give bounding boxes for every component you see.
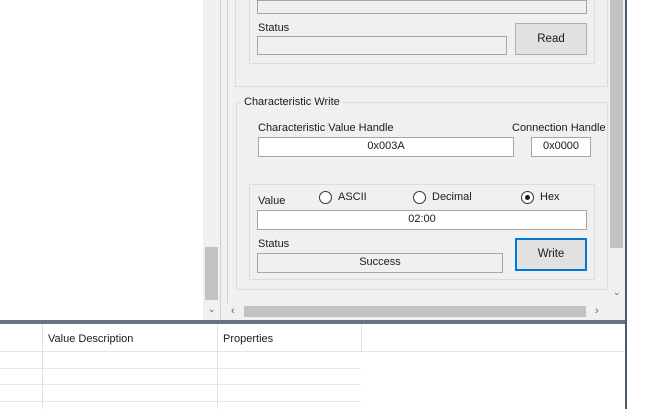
read-button[interactable]: Read: [515, 23, 587, 55]
left-panel-scrollbar[interactable]: ⌄: [203, 0, 220, 320]
connection-handle-label: Connection Handle: [512, 122, 606, 134]
write-status-field: Success: [257, 253, 503, 273]
write-status-label: Status: [258, 238, 290, 250]
scroll-down-icon[interactable]: ⌄: [208, 305, 216, 314]
left-scrollbar-thumb[interactable]: [205, 247, 218, 300]
ascii-radio[interactable]: [319, 191, 332, 204]
right-panel-scrollbar[interactable]: ⌄: [608, 0, 625, 303]
write-status-value: Success: [359, 256, 401, 268]
table-row[interactable]: [0, 384, 361, 385]
read-value-field[interactable]: [257, 0, 587, 14]
horizontal-scrollbar[interactable]: ‹ ›: [227, 303, 608, 320]
horizontal-scrollbar-thumb[interactable]: [244, 306, 586, 317]
scroll-right-icon[interactable]: ›: [595, 306, 599, 317]
handle-label: Characteristic Value Handle: [258, 122, 394, 134]
right-scrollbar-thumb[interactable]: [610, 0, 623, 248]
write-group-title: Characteristic Write: [241, 96, 343, 108]
table-row[interactable]: [0, 368, 361, 369]
value-input[interactable]: 02:00: [257, 210, 587, 230]
column-divider[interactable]: [42, 324, 43, 409]
scroll-left-icon[interactable]: ‹: [231, 306, 235, 317]
column-divider[interactable]: [217, 324, 218, 409]
column-header-properties[interactable]: Properties: [223, 333, 273, 345]
connection-handle-value: 0x0000: [542, 140, 580, 152]
value-input-text: 02:00: [408, 213, 436, 225]
attributes-table[interactable]: Value Description Properties: [0, 324, 625, 409]
connection-handle-input[interactable]: 0x0000: [531, 137, 591, 157]
decimal-radio[interactable]: [413, 191, 426, 204]
left-tree-panel[interactable]: [0, 0, 221, 320]
ascii-radio-label[interactable]: ASCII: [338, 191, 367, 203]
read-status-label: Status: [258, 22, 290, 34]
table-row[interactable]: [0, 401, 361, 402]
hex-radio[interactable]: [521, 191, 534, 204]
handle-input[interactable]: 0x003A: [258, 137, 514, 157]
decimal-radio-label[interactable]: Decimal: [432, 191, 472, 203]
column-divider[interactable]: [361, 324, 362, 352]
column-header-value-description[interactable]: Value Description: [48, 333, 133, 345]
handle-input-value: 0x003A: [367, 140, 405, 152]
window-outside: [627, 0, 671, 409]
hex-radio-label[interactable]: Hex: [540, 191, 560, 203]
value-label: Value: [258, 195, 286, 207]
table-header: Value Description Properties: [0, 324, 625, 352]
read-status-field: [257, 36, 507, 55]
write-button[interactable]: Write: [515, 238, 587, 271]
scroll-down-icon-right[interactable]: ⌄: [613, 288, 621, 297]
